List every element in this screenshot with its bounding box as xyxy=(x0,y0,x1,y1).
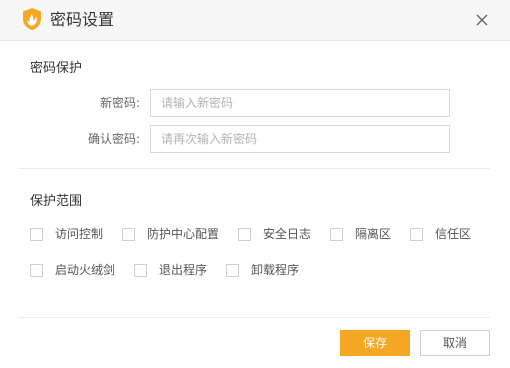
checkbox-box[interactable] xyxy=(30,227,43,241)
checkbox-label: 信任区 xyxy=(435,227,472,241)
footer-divider xyxy=(18,317,490,318)
cancel-button[interactable]: 取消 xyxy=(420,330,490,356)
checkbox-box[interactable] xyxy=(238,227,251,241)
checkbox-box[interactable] xyxy=(30,263,43,277)
scope-section-title: 保护范围 xyxy=(30,194,83,209)
checkbox-protection-center-config[interactable]: 防护中心配置 xyxy=(122,225,219,243)
checkbox-box[interactable] xyxy=(134,263,147,277)
checkbox-box[interactable] xyxy=(122,227,135,241)
checkbox-security-log[interactable]: 安全日志 xyxy=(238,225,311,243)
confirm-password-label: 确认密码: xyxy=(87,132,140,146)
checkbox-label: 退出程序 xyxy=(159,263,208,277)
checkbox-label: 卸载程序 xyxy=(251,263,300,277)
checkbox-launch-huorong-sword[interactable]: 启动火绒剑 xyxy=(30,261,115,279)
confirm-password-input[interactable] xyxy=(150,125,450,153)
checkbox-label: 安全日志 xyxy=(263,227,312,241)
checkbox-box[interactable] xyxy=(226,263,239,277)
section-divider xyxy=(18,168,490,169)
checkbox-uninstall-program[interactable]: 卸载程序 xyxy=(226,261,299,279)
flame-shield-icon xyxy=(23,8,41,30)
checkbox-label: 隔离区 xyxy=(355,227,392,241)
checkbox-access-control[interactable]: 访问控制 xyxy=(30,225,103,243)
checkbox-label: 启动火绒剑 xyxy=(55,263,116,277)
new-password-label: 新密码: xyxy=(99,96,140,110)
checkbox-exit-program[interactable]: 退出程序 xyxy=(134,261,207,279)
window-title: 密码设置 xyxy=(50,10,115,29)
checkbox-trust-zone[interactable]: 信任区 xyxy=(410,225,471,243)
title-bar: 密码设置 xyxy=(0,0,510,41)
new-password-input[interactable] xyxy=(150,89,450,117)
checkbox-label: 访问控制 xyxy=(55,227,104,241)
checkbox-label: 防护中心配置 xyxy=(147,227,220,241)
checkbox-box[interactable] xyxy=(330,227,343,241)
save-button[interactable]: 保存 xyxy=(340,330,410,356)
checkbox-box[interactable] xyxy=(410,227,423,241)
checkbox-quarantine[interactable]: 隔离区 xyxy=(330,225,391,243)
password-section-title: 密码保护 xyxy=(30,61,83,76)
close-icon[interactable] xyxy=(472,10,492,30)
